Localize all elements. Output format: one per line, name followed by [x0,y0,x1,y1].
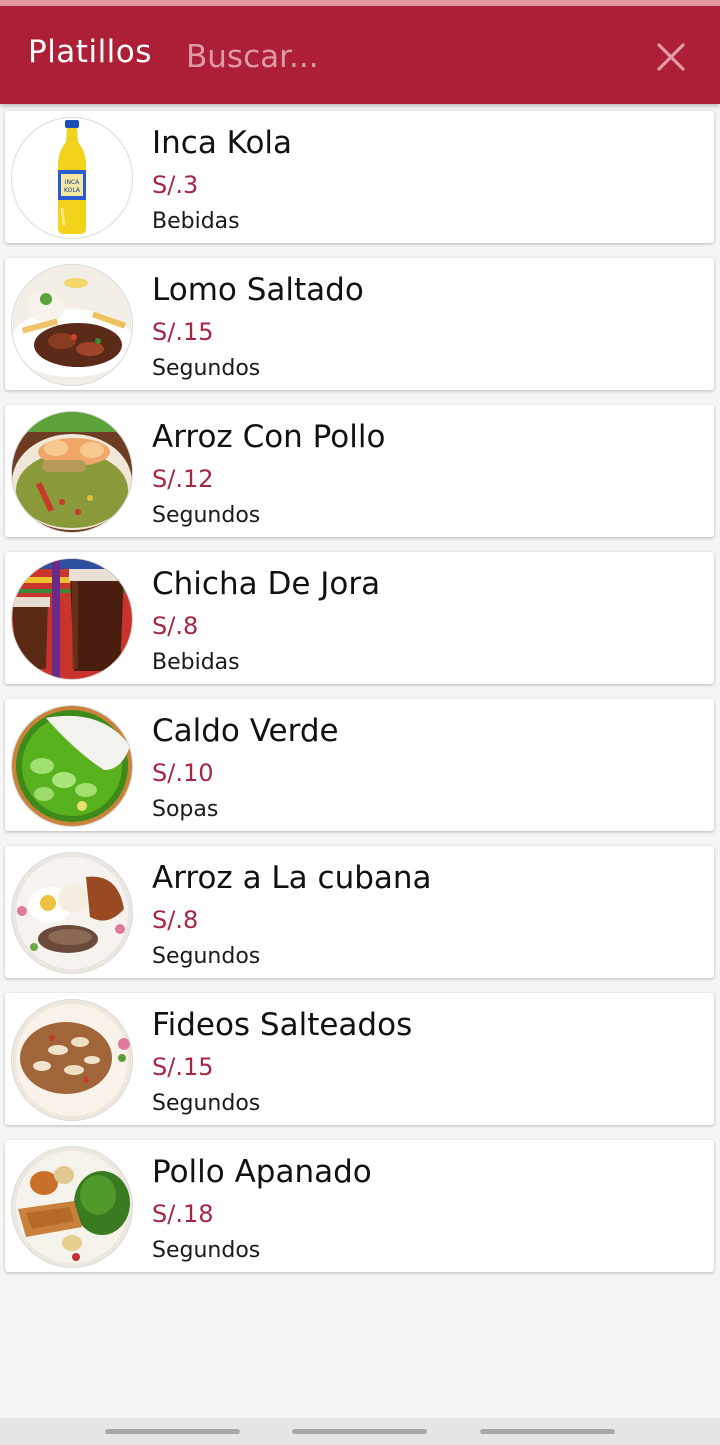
list-item[interactable]: Lomo Saltado S/.15 Segundos [5,258,714,390]
dish-photo-icon [12,265,132,385]
app-title: Platillos [28,34,152,70]
dish-category: Segundos [152,1238,261,1263]
list-item[interactable]: INCA KOLA Inca Kola S/.3 Bebidas [5,111,714,243]
close-search-button[interactable] [650,36,692,78]
list-item[interactable]: Chicha De Jora S/.8 Bebidas [5,552,714,684]
dish-name: Lomo Saltado [152,272,364,308]
dish-name: Caldo Verde [152,713,339,749]
app-bar: Platillos [0,6,720,104]
dish-image [11,264,133,386]
dish-category: Segundos [152,1091,261,1116]
dish-price: S/.15 [152,318,214,346]
dish-photo-icon [12,1000,132,1120]
svg-text:INCA: INCA [65,179,80,186]
list-item[interactable]: Fideos Salteados S/.15 Segundos [5,993,714,1125]
close-icon [657,43,685,71]
soda-bottle-icon: INCA KOLA [12,118,132,238]
dish-image: INCA KOLA [11,117,133,239]
dish-price: S/.10 [152,759,214,787]
dish-category: Bebidas [152,650,240,675]
dish-category: Segundos [152,503,261,528]
dish-image [11,852,133,974]
dish-category: Bebidas [152,209,240,234]
dish-photo-icon [12,1147,132,1267]
dish-price: S/.8 [152,612,199,640]
dish-photo-icon [12,853,132,973]
list-item[interactable]: Arroz Con Pollo S/.12 Segundos [5,405,714,537]
drink-glasses-icon [12,559,132,679]
dish-image [11,411,133,533]
dish-category: Sopas [152,797,219,822]
home-button[interactable] [292,1429,427,1434]
dish-name: Inca Kola [152,125,293,161]
dish-name: Pollo Apanado [152,1154,372,1190]
list-item[interactable]: Pollo Apanado S/.18 Segundos [5,1140,714,1272]
dish-image [11,1146,133,1268]
dish-price: S/.15 [152,1053,214,1081]
dish-image [11,558,133,680]
dish-price: S/.12 [152,465,214,493]
dish-name: Arroz a La cubana [152,860,432,896]
dish-category: Segundos [152,944,261,969]
dish-photo-icon [12,412,132,532]
dish-category: Segundos [152,356,261,381]
dish-image [11,999,133,1121]
dish-name: Chicha De Jora [152,566,381,602]
dish-name: Arroz Con Pollo [152,419,386,455]
dish-name: Fideos Salteados [152,1007,413,1043]
dish-price: S/.18 [152,1200,214,1228]
soup-bowl-icon [12,706,132,826]
list-item[interactable]: Caldo Verde S/.10 Sopas [5,699,714,831]
dish-image [11,705,133,827]
svg-text:KOLA: KOLA [64,187,81,194]
search-input[interactable] [186,36,626,78]
system-navigation-bar [0,1418,720,1445]
back-button[interactable] [480,1429,615,1434]
dish-price: S/.8 [152,906,199,934]
recent-apps-button[interactable] [105,1429,240,1434]
dish-price: S/.3 [152,171,199,199]
list-item[interactable]: Arroz a La cubana S/.8 Segundos [5,846,714,978]
